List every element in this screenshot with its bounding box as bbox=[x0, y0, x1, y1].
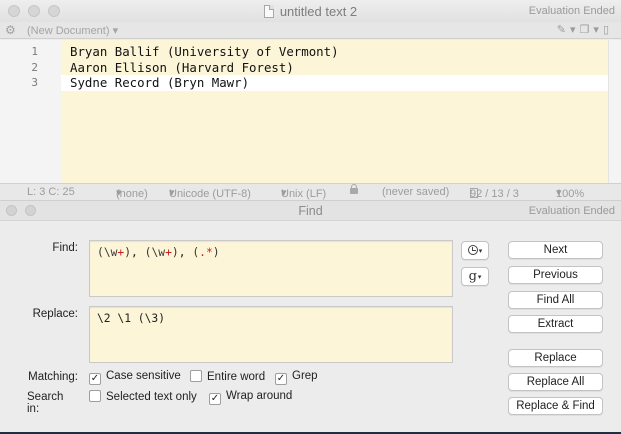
replace-all-button[interactable]: Replace All bbox=[508, 373, 603, 391]
line-number: 1 bbox=[31, 45, 38, 58]
vertical-scrollbar[interactable] bbox=[608, 40, 621, 183]
editor-window: untitled text 2 Evaluation Ended ⚙ (New … bbox=[0, 0, 621, 200]
search-in-label: Search in: bbox=[27, 391, 64, 415]
find-label: Find: bbox=[52, 242, 78, 254]
nav-tools: ✎▾❐▾▯ bbox=[557, 23, 613, 36]
find-all-button[interactable]: Find All bbox=[508, 291, 603, 309]
navigation-bar: ⚙ (New Document) ▾ ✎▾❐▾▯ bbox=[0, 22, 621, 39]
text-editor[interactable]: Bryan Ballif (University of Vermont) Aar… bbox=[61, 40, 608, 183]
document-menu-label: (New Document) bbox=[27, 25, 110, 37]
grep-checkbox[interactable]: ✓ bbox=[275, 373, 287, 385]
evaluation-status: Evaluation Ended bbox=[528, 5, 615, 17]
replace-button[interactable]: Replace bbox=[508, 349, 603, 367]
stack-icon[interactable]: ❐▾ bbox=[580, 24, 603, 36]
document-stats-label: 92 / 13 / 3 bbox=[470, 188, 519, 200]
document-icon[interactable]: ▯ bbox=[603, 24, 613, 36]
evaluation-status: Evaluation Ended bbox=[528, 205, 615, 217]
grep-pattern-icon: g bbox=[468, 269, 477, 284]
find-titlebar: Find Evaluation Ended bbox=[0, 200, 621, 221]
wrap-around-label: Wrap around bbox=[226, 390, 293, 402]
find-window: Find Evaluation Ended Find: (\w+), (\w+)… bbox=[0, 200, 621, 434]
recent-searches-button[interactable]: ▾ bbox=[461, 241, 489, 260]
replace-label: Replace: bbox=[32, 308, 78, 320]
document-menu[interactable]: (New Document) ▾ bbox=[27, 24, 118, 37]
wrap-around-option[interactable]: ✓ Wrap around bbox=[209, 390, 292, 405]
case-sensitive-checkbox[interactable]: ✓ bbox=[89, 373, 101, 385]
entire-word-label: Entire word bbox=[207, 371, 266, 383]
line-endings-label: Unix (LF) bbox=[281, 188, 327, 200]
line-endings-menu[interactable]: Unix (LF) ▾ bbox=[281, 186, 326, 200]
text-line[interactable]: Aaron Ellison (Harvard Forest) bbox=[61, 60, 608, 76]
matching-options: ✓ Case sensitive Entire word ✓ Grep bbox=[89, 370, 449, 386]
selected-text-only-checkbox[interactable] bbox=[89, 390, 101, 402]
pen-icon[interactable]: ✎▾ bbox=[557, 24, 580, 36]
editor-titlebar: untitled text 2 Evaluation Ended bbox=[0, 0, 621, 22]
selected-text-only-label: Selected text only bbox=[106, 391, 197, 403]
extract-button[interactable]: Extract bbox=[508, 315, 603, 333]
zoom-label: 100% bbox=[556, 188, 585, 200]
grep-label: Grep bbox=[292, 370, 318, 382]
encoding-menu[interactable]: Unicode (UTF-8) ▾ bbox=[169, 186, 251, 200]
clock-icon bbox=[467, 245, 478, 255]
gear-icon[interactable]: ⚙ bbox=[5, 23, 16, 37]
window-title-label: untitled text 2 bbox=[279, 4, 358, 19]
current-text-line[interactable]: Sydne Record (Bryn Mawr) bbox=[61, 75, 608, 91]
language-menu[interactable]: (none) ▾ bbox=[116, 186, 148, 200]
line-number-gutter: 1 2 3 bbox=[0, 40, 61, 183]
wrap-around-checkbox[interactable]: ✓ bbox=[209, 393, 221, 405]
document-icon bbox=[263, 5, 274, 18]
language-label: (none) bbox=[116, 188, 148, 200]
find-field[interactable]: (\w+), (\w+), (.*) bbox=[89, 240, 453, 297]
search-in-options: Selected text only ✓ Wrap around bbox=[89, 390, 449, 406]
grep-patterns-button[interactable]: g▾ bbox=[461, 267, 489, 286]
next-button[interactable]: Next bbox=[508, 241, 603, 259]
replace-and-find-button[interactable]: Replace & Find bbox=[508, 397, 603, 415]
line-number: 2 bbox=[31, 60, 38, 74]
encoding-label: Unicode (UTF-8) bbox=[169, 188, 251, 200]
previous-button[interactable]: Previous bbox=[508, 266, 603, 284]
case-sensitive-option[interactable]: ✓ Case sensitive bbox=[89, 370, 181, 385]
line-number: 3 bbox=[31, 76, 38, 89]
grep-option[interactable]: ✓ Grep bbox=[275, 370, 318, 385]
entire-word-checkbox[interactable] bbox=[190, 370, 202, 382]
entire-word-option[interactable]: Entire word bbox=[190, 370, 265, 383]
zoom-menu[interactable]: 100% ▾ bbox=[556, 186, 584, 200]
matching-label: Matching: bbox=[28, 371, 78, 383]
selected-text-only-option[interactable]: Selected text only bbox=[89, 390, 197, 403]
save-status: (never saved) bbox=[382, 186, 450, 198]
replace-field[interactable]: \2 \1 (\3) bbox=[89, 306, 453, 363]
cursor-position[interactable]: L: 3 C: 25 bbox=[27, 186, 75, 198]
case-sensitive-label: Case sensitive bbox=[106, 370, 181, 382]
text-line[interactable]: Bryan Ballif (University of Vermont) bbox=[61, 44, 608, 60]
status-bar: L: 3 C: 25 (none) ▾ Unicode (UTF-8) ▾ Un… bbox=[0, 183, 621, 200]
